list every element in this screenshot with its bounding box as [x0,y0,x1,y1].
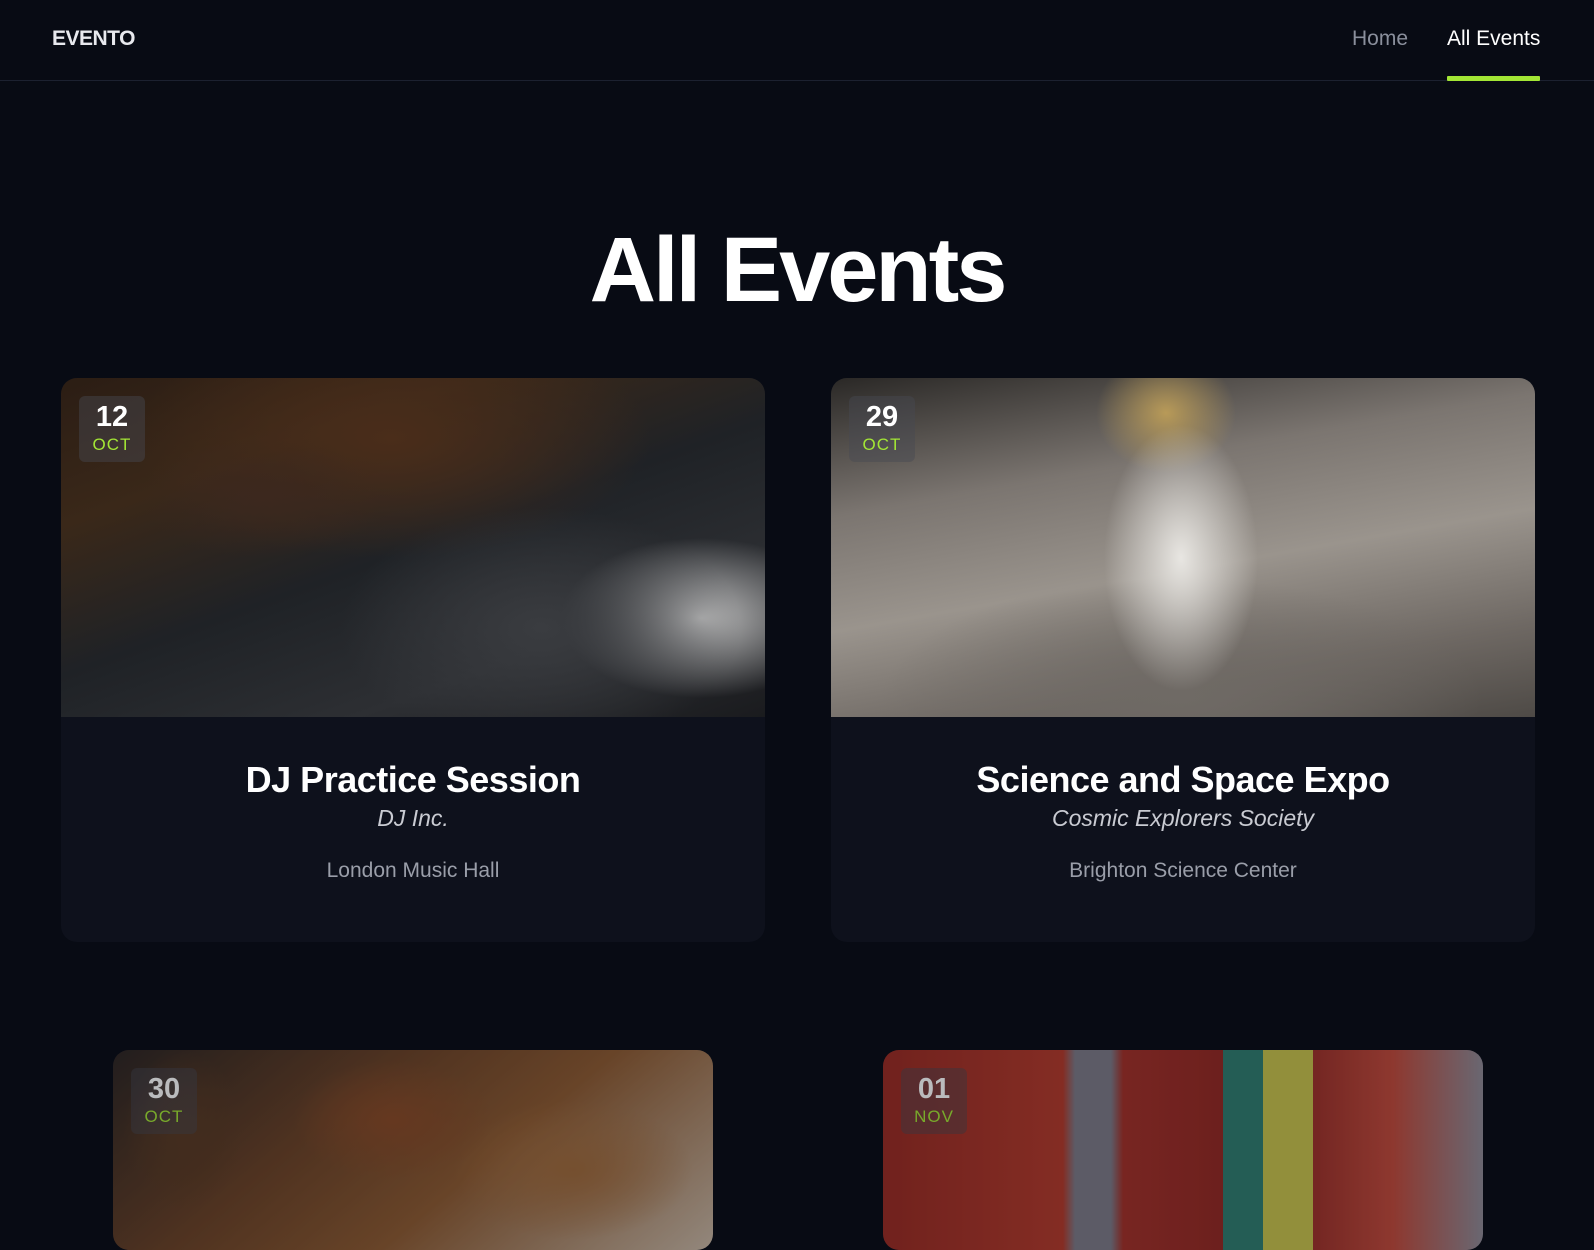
event-card[interactable]: 29 OCT Science and Space Expo Cosmic Exp… [831,378,1535,942]
date-badge: 01 NOV [901,1068,967,1134]
date-day: 01 [917,1073,951,1105]
date-month: NOV [914,1107,954,1126]
event-image [883,1050,1483,1250]
nav-link-all-events[interactable]: All Events [1447,27,1541,81]
date-month: OCT [144,1107,184,1126]
date-month: OCT [862,435,902,454]
logo[interactable]: EVENTO [52,27,135,51]
event-image [831,378,1535,717]
event-image [61,378,765,717]
date-day: 12 [95,401,129,433]
nav-link-home[interactable]: Home [1352,27,1408,81]
navbar: EVENTO Home All Events [0,0,1594,81]
event-title[interactable]: Science and Space Expo [831,759,1535,801]
date-badge: 12 OCT [79,396,145,462]
date-day: 29 [865,401,899,433]
date-day: 30 [147,1073,181,1105]
event-organizer: Cosmic Explorers Society [1051,805,1315,831]
event-organizer: DJ Inc. [377,805,449,831]
event-card-body: DJ Practice Session DJ Inc. London Music… [61,717,765,942]
event-image [113,1050,713,1250]
date-badge: 29 OCT [849,396,915,462]
event-card[interactable]: 01 NOV [883,1050,1483,1250]
event-card[interactable]: 12 OCT DJ Practice Session DJ Inc. Londo… [61,378,765,942]
date-month: OCT [92,435,132,454]
event-card[interactable]: 30 OCT [113,1050,713,1250]
event-title[interactable]: DJ Practice Session [61,759,765,801]
event-venue: London Music Hall [326,859,500,882]
date-badge: 30 OCT [131,1068,197,1134]
page-title: All Events [589,219,1008,321]
event-venue: Brighton Science Center [1069,859,1297,882]
event-card-body: Science and Space Expo Cosmic Explorers … [831,717,1535,942]
